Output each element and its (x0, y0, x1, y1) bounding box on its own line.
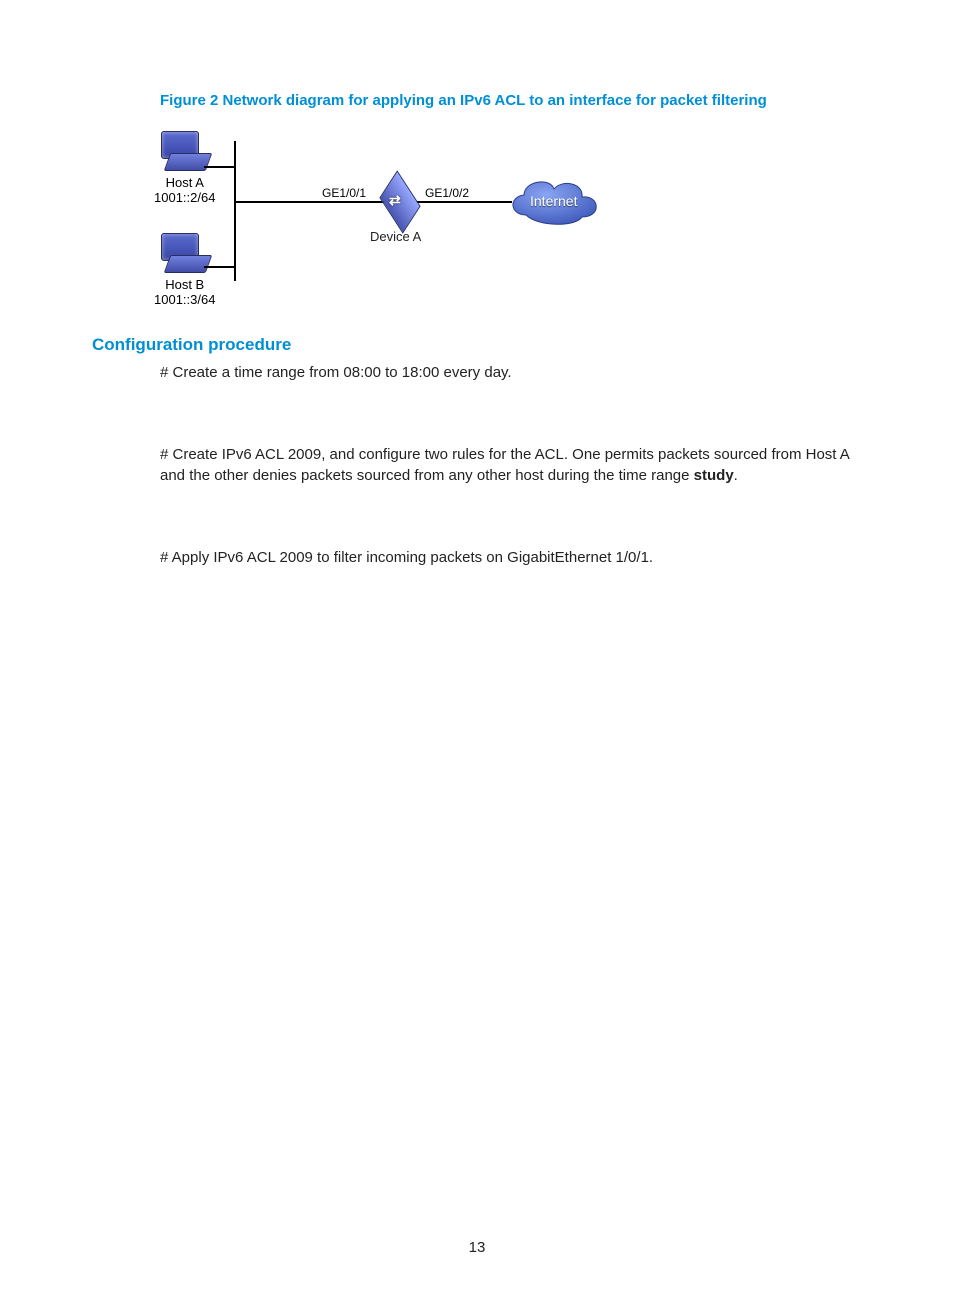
connector-line (204, 266, 234, 268)
host-a-addr: 1001::2/64 (154, 190, 215, 205)
paragraph-1: # Create a time range from 08:00 to 18:0… (160, 363, 862, 383)
host-b-addr: 1001::3/64 (154, 292, 215, 307)
connector-line (204, 166, 234, 168)
paragraph-2b: . (734, 467, 738, 484)
internet-cloud: Internet (504, 173, 604, 229)
connector-line (234, 141, 236, 281)
internet-label: Internet (530, 193, 577, 209)
computer-icon (161, 131, 209, 173)
host-b: Host B 1001::3/64 (154, 233, 215, 307)
device-a-label: Device A (370, 229, 421, 244)
port-label-ge2: GE1/0/2 (425, 186, 469, 200)
figure-caption: Figure 2 Network diagram for applying an… (160, 92, 862, 109)
page-number: 13 (0, 1239, 954, 1256)
paragraph-2a: # Create IPv6 ACL 2009, and configure tw… (160, 446, 849, 483)
host-a-label: Host A (154, 175, 215, 190)
network-diagram: Host A 1001::2/64 Host B 1001::3/64 GE1/… (154, 131, 634, 311)
paragraph-3: # Apply IPv6 ACL 2009 to filter incoming… (160, 548, 862, 568)
port-label-ge1: GE1/0/1 (322, 186, 366, 200)
section-heading-config: Configuration procedure (92, 335, 862, 355)
host-a: Host A 1001::2/64 (154, 131, 215, 205)
paragraph-2: # Create IPv6 ACL 2009, and configure tw… (160, 445, 862, 486)
host-b-label: Host B (154, 277, 215, 292)
computer-icon (161, 233, 209, 275)
connector-line (236, 201, 384, 203)
switch-icon: ⇄ (379, 186, 419, 216)
paragraph-2-bold: study (694, 467, 734, 484)
connector-line (414, 201, 512, 203)
